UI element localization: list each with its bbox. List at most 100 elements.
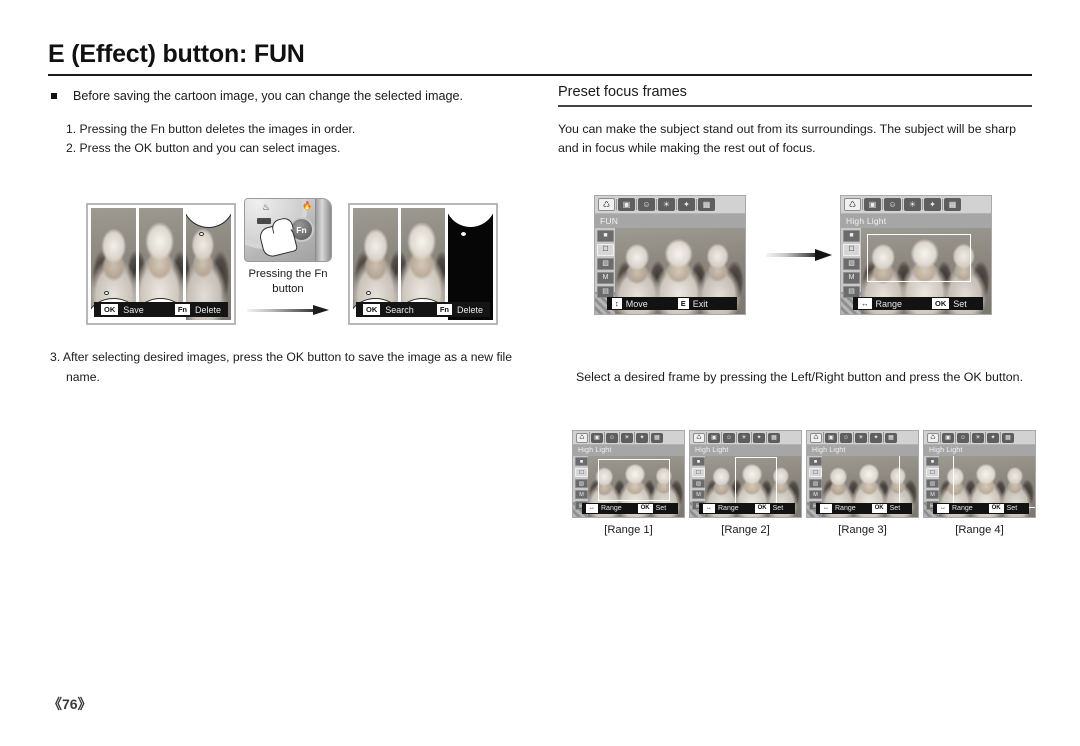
- image-tab-icon[interactable]: ▣: [942, 432, 954, 443]
- frame-tab-icon[interactable]: ▦: [944, 198, 961, 211]
- lcd-screen-range: ♺ ▣ ☺ ☀ ✦ ▦ High Light ■ ☐ ▧ M ↔ Range O…: [689, 430, 802, 518]
- highlight-icon[interactable]: ☐: [575, 468, 588, 477]
- mask-icon[interactable]: M: [926, 490, 939, 499]
- camera-tab-icon[interactable]: ☺: [606, 432, 618, 443]
- set-key-label: Set: [772, 504, 784, 512]
- image-tab-icon[interactable]: ▣: [618, 198, 635, 211]
- preset-icon[interactable]: ▧: [575, 479, 588, 488]
- frame-tab-icon[interactable]: ▦: [1002, 432, 1014, 443]
- image-tab-icon[interactable]: ▣: [591, 432, 603, 443]
- exit-key-chip: E: [677, 298, 689, 309]
- preset-icon[interactable]: ▧: [597, 258, 614, 270]
- range-thumbnail-1: ♺ ▣ ☺ ☀ ✦ ▦ High Light ■ ☐ ▧ M ↔ Range O…: [572, 430, 685, 536]
- move-key-chip: ↕: [612, 298, 622, 309]
- section-divider: [558, 105, 1032, 107]
- mask-icon[interactable]: M: [809, 490, 822, 499]
- fun-tab-icon[interactable]: ♺: [598, 198, 615, 211]
- lcd-mode-label: High Light: [573, 445, 684, 456]
- camera-tab-icon[interactable]: ☺: [638, 198, 655, 211]
- frame-tab-icon[interactable]: ▦: [698, 198, 715, 211]
- preset-icon[interactable]: ▧: [926, 479, 939, 488]
- tab-separator: [955, 432, 956, 443]
- mask-icon[interactable]: M: [843, 272, 860, 284]
- fun-tab-icon[interactable]: ♺: [844, 198, 861, 211]
- range-key-label: Range: [835, 504, 856, 512]
- palette-tab-icon[interactable]: ☀: [972, 432, 984, 443]
- set-key-chip: OK: [988, 504, 1004, 513]
- wand-tab-icon[interactable]: ✦: [924, 198, 941, 211]
- palette-tab-icon[interactable]: ☀: [658, 198, 675, 211]
- frame-tab-icon[interactable]: ▦: [768, 432, 780, 443]
- fn-key-chip: Fn: [436, 304, 452, 315]
- image-tab-icon[interactable]: ▣: [864, 198, 881, 211]
- set-key-label: Set: [655, 504, 667, 512]
- wand-tab-icon[interactable]: ✦: [678, 198, 695, 211]
- wand-tab-icon[interactable]: ✦: [753, 432, 765, 443]
- preset-icon[interactable]: ▧: [843, 258, 860, 270]
- cartoon-icon[interactable]: ■: [575, 457, 588, 466]
- speech-bubble-dot: [366, 291, 371, 295]
- wand-tab-icon[interactable]: ✦: [636, 432, 648, 443]
- tab-separator: [766, 432, 767, 443]
- cartoon-icon[interactable]: ■: [597, 230, 614, 242]
- preset-icon[interactable]: ▧: [809, 479, 822, 488]
- mask-icon[interactable]: M: [692, 490, 705, 499]
- manual-page: E (Effect) button: FUN Before saving the…: [0, 0, 1080, 746]
- cartoon-icon[interactable]: ■: [843, 230, 860, 242]
- tab-separator: [676, 199, 677, 210]
- highlight-icon[interactable]: ☐: [597, 244, 614, 256]
- tab-separator: [838, 432, 839, 443]
- fun-tab-icon[interactable]: ♺: [693, 432, 705, 443]
- palette-tab-icon[interactable]: ☀: [904, 198, 921, 211]
- set-key-label: Set: [1006, 504, 1018, 512]
- palette-tab-icon[interactable]: ☀: [621, 432, 633, 443]
- set-key-chip: OK: [932, 298, 950, 309]
- camera-tab-icon[interactable]: ☺: [840, 432, 852, 443]
- lcd-mode-label: High Light: [841, 214, 991, 228]
- frame-tab-icon[interactable]: ▦: [651, 432, 663, 443]
- camera-tab-icon[interactable]: ☺: [957, 432, 969, 443]
- wand-tab-icon[interactable]: ✦: [987, 432, 999, 443]
- highlight-icon[interactable]: ☐: [926, 468, 939, 477]
- range-caption: [Range 1]: [604, 524, 653, 536]
- page-number: 《76》: [48, 696, 92, 712]
- highlight-icon[interactable]: ☐: [809, 468, 822, 477]
- highlight-icon[interactable]: ☐: [843, 244, 860, 256]
- cartoon-icon[interactable]: ■: [809, 457, 822, 466]
- camera-tab-icon[interactable]: ☺: [723, 432, 735, 443]
- mask-icon[interactable]: M: [597, 272, 614, 284]
- cartoon-strip-after: OK Search Fn Delete: [348, 203, 498, 325]
- mask-icon[interactable]: M: [575, 490, 588, 499]
- tab-separator: [1000, 432, 1001, 443]
- range-key-chip: ↔: [703, 504, 715, 513]
- lcd-key-hint-bar: ↔ Range OK Set: [853, 297, 983, 310]
- tab-separator: [634, 432, 635, 443]
- cartoon-strip-before: OK Save Fn Delete: [86, 203, 236, 325]
- tab-separator: [656, 199, 657, 210]
- range-thumbnail-4: ♺ ▣ ☺ ☀ ✦ ▦ High Light ■ ☐ ▧ M ↔ Range O…: [923, 430, 1036, 536]
- image-tab-icon[interactable]: ▣: [708, 432, 720, 443]
- range-key-label: Range: [952, 504, 973, 512]
- preset-icon[interactable]: ▧: [692, 479, 705, 488]
- camera-body-art: ♨ 🔥 Fn: [244, 198, 332, 262]
- image-tab-icon[interactable]: ▣: [825, 432, 837, 443]
- tab-separator: [616, 199, 617, 210]
- palette-tab-icon[interactable]: ☀: [855, 432, 867, 443]
- lcd-key-hint-bar: ↔ Range OK Set: [816, 503, 912, 514]
- palette-tab-icon[interactable]: ☀: [738, 432, 750, 443]
- lcd-key-hint-bar: ↔ Range OK Set: [933, 503, 1029, 514]
- fun-tab-icon[interactable]: ♺: [927, 432, 939, 443]
- fun-tab-icon[interactable]: ♺: [810, 432, 822, 443]
- camera-tab-icon[interactable]: ☺: [884, 198, 901, 211]
- highlight-icon[interactable]: ☐: [692, 468, 705, 477]
- screen-key-hint-bar: OK Save Fn Delete: [94, 302, 228, 317]
- fun-tab-icon[interactable]: ♺: [576, 432, 588, 443]
- speech-bubble-dot: [461, 232, 467, 236]
- range-caption: [Range 3]: [838, 524, 887, 536]
- tab-separator: [868, 432, 869, 443]
- frame-tab-icon[interactable]: ▦: [885, 432, 897, 443]
- cartoon-icon[interactable]: ■: [926, 457, 939, 466]
- cartoon-icon[interactable]: ■: [692, 457, 705, 466]
- wand-tab-icon[interactable]: ✦: [870, 432, 882, 443]
- focus-frame: [735, 457, 777, 505]
